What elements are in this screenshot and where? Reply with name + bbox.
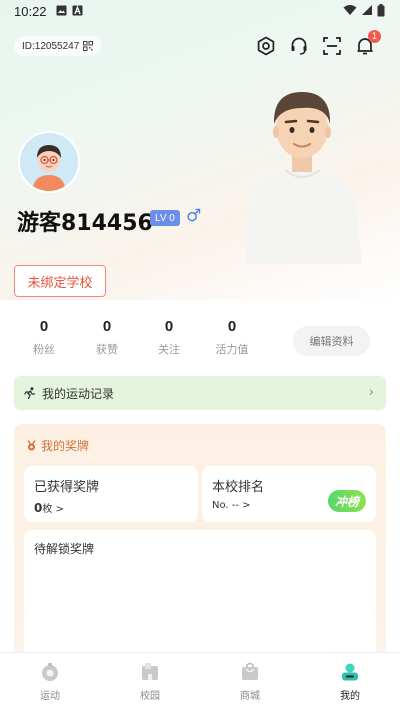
stat-label: 关注 — [158, 343, 180, 356]
male-gender-icon: ♂ — [186, 206, 202, 226]
gallery-notification-icon — [56, 5, 67, 16]
signal-icon — [362, 5, 372, 15]
qr-code-icon — [83, 41, 94, 51]
locked-medals-title: 待解锁奖牌 — [34, 542, 95, 556]
medal-section-header: 我的奖牌 — [26, 437, 89, 454]
app-notification-icon — [72, 5, 83, 16]
settings-icon[interactable] — [255, 35, 277, 57]
campus-icon — [139, 661, 161, 683]
level-badge: LV 0 — [150, 210, 180, 226]
bottom-navigation: 运动 校园 商城 我的 — [0, 652, 400, 707]
stat-value: 0 — [39, 318, 49, 335]
user-id-chip[interactable]: ID:12055247 — [14, 36, 102, 56]
stat-following[interactable]: 0 关注 — [139, 318, 199, 357]
rush-ranking-tag[interactable]: 冲榜 — [327, 490, 366, 512]
chevron-right-icon: › — [368, 385, 374, 400]
notification-badge: 1 — [368, 30, 381, 43]
earned-medals-count: 0枚 > — [34, 500, 64, 515]
user-id-text: ID:12055247 — [22, 40, 80, 52]
stat-value: 0 — [102, 318, 112, 335]
status-bar: 10:22 — [0, 0, 400, 24]
battery-icon — [377, 4, 385, 17]
nav-label: 校园 — [140, 691, 160, 702]
nav-label: 我的 — [340, 691, 360, 702]
sport-record-label: 我的运动记录 — [42, 386, 115, 401]
nav-item-mall[interactable]: 商城 — [220, 661, 280, 702]
medal-panel: 我的奖牌 已获得奖牌 0枚 > 本校排名 No. -- > 冲榜 待解锁奖牌 — [14, 424, 386, 664]
wifi-icon — [343, 5, 357, 15]
mascot-figure-illustration — [245, 92, 362, 264]
stat-vitality[interactable]: 0 活力值 — [202, 318, 262, 357]
stat-label: 粉丝 — [33, 343, 55, 356]
locked-medals-card: 待解锁奖牌 — [24, 530, 376, 664]
nav-label: 运动 — [40, 691, 60, 702]
sport-record-entry[interactable]: 我的运动记录 › — [14, 376, 386, 410]
stat-value: 0 — [227, 318, 237, 335]
mall-icon — [239, 661, 261, 683]
earned-medals-title: 已获得奖牌 — [34, 480, 100, 495]
scan-icon[interactable] — [321, 35, 343, 57]
stat-value: 0 — [164, 318, 174, 335]
nav-item-campus[interactable]: 校园 — [120, 661, 180, 702]
stat-likes[interactable]: 0 获赞 — [77, 318, 137, 357]
stat-label: 活力值 — [215, 343, 249, 356]
earned-medals-card[interactable]: 已获得奖牌 0枚 > — [24, 466, 198, 522]
school-ranking-value: No. -- > — [212, 500, 251, 511]
stat-label: 获赞 — [96, 343, 118, 356]
status-time: 10:22 — [14, 4, 47, 19]
avatar[interactable] — [18, 131, 80, 193]
stat-followers[interactable]: 0 粉丝 — [14, 318, 74, 357]
sport-icon — [39, 661, 61, 683]
medal-section-title: 我的奖牌 — [41, 439, 90, 453]
school-ranking-card[interactable]: 本校排名 No. -- > 冲榜 — [202, 466, 376, 522]
customer-service-icon[interactable] — [288, 35, 310, 57]
earned-count-unit: 枚 > — [42, 504, 64, 515]
nickname: 游客814456 — [17, 211, 153, 236]
medal-icon — [27, 440, 36, 451]
nav-item-sport[interactable]: 运动 — [20, 661, 80, 702]
bind-school-button[interactable]: 未绑定学校 — [14, 265, 106, 297]
nav-item-mine[interactable]: 我的 — [320, 661, 380, 702]
mine-icon — [339, 661, 361, 683]
nav-label: 商城 — [240, 691, 260, 702]
running-icon — [24, 387, 38, 399]
school-ranking-title: 本校排名 — [212, 480, 265, 495]
edit-profile-button[interactable]: 编辑资料 — [293, 326, 370, 356]
level-text: LV 0 — [155, 212, 175, 224]
